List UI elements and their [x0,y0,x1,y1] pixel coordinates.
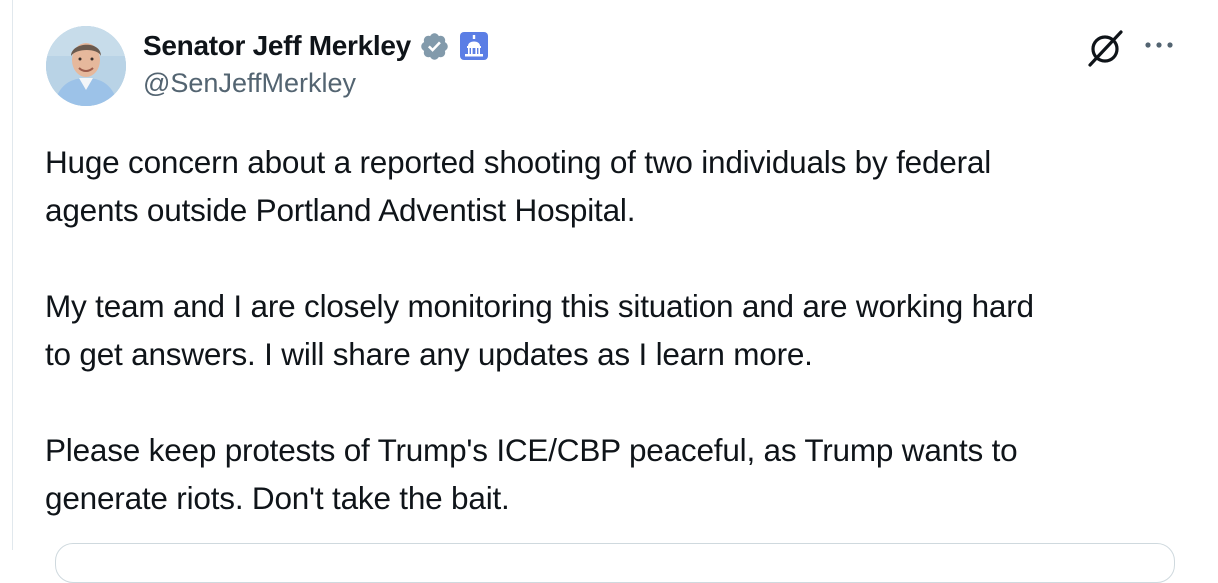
tweet-paragraph-line: generate riots. Don't take the bait. [45,480,510,516]
author-display-name[interactable]: Senator Jeff Merkley [143,30,411,62]
tweet-paragraph-line: Huge concern about a reported shooting o… [45,144,992,180]
more-icon[interactable] [1141,30,1177,60]
tweet-card: Senator Jeff Merkley @SenJeffMerkley Hug… [12,0,1218,583]
tweet-paragraph-line: Please keep protests of Trump's ICE/CBP … [45,432,1018,468]
capitol-affiliation-icon[interactable] [459,32,488,60]
tweet-text: Huge concern about a reported shooting o… [45,138,1195,522]
avatar[interactable] [46,26,126,106]
author-name-row: Senator Jeff Merkley [143,26,488,66]
tweet-paragraph-line: to get answers. I will share any updates… [45,336,813,372]
grok-icon[interactable] [1085,28,1125,68]
tweet-paragraph-line: My team and I are closely monitoring thi… [45,288,1034,324]
verified-badge-icon[interactable] [419,31,450,62]
embedded-media-preview[interactable] [55,543,1175,583]
tweet-paragraph-line: agents outside Portland Adventist Hospit… [45,192,636,228]
author-handle[interactable]: @SenJeffMerkley [143,68,356,99]
